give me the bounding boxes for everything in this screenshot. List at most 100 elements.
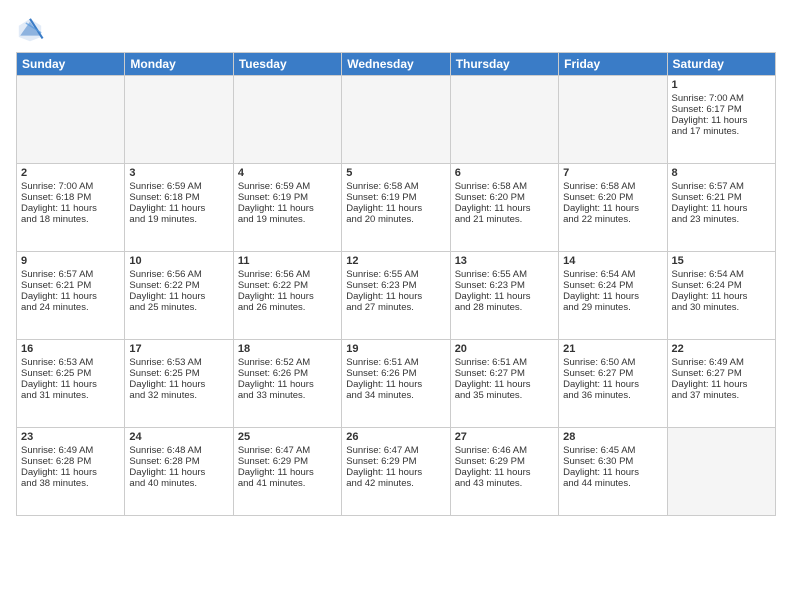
day-info-line: Daylight: 11 hours <box>21 203 120 214</box>
calendar-cell: 21Sunrise: 6:50 AMSunset: 6:27 PMDayligh… <box>559 340 667 428</box>
day-info-line: Daylight: 11 hours <box>129 379 228 390</box>
calendar-week-0: 1Sunrise: 7:00 AMSunset: 6:17 PMDaylight… <box>17 76 776 164</box>
day-number: 5 <box>346 167 445 179</box>
day-info-line: Sunset: 6:23 PM <box>346 280 445 291</box>
day-info-line: Sunrise: 6:45 AM <box>563 445 662 456</box>
day-number: 26 <box>346 431 445 443</box>
day-info-line: Sunset: 6:24 PM <box>563 280 662 291</box>
day-info-line: Sunrise: 6:48 AM <box>129 445 228 456</box>
day-info-line: Daylight: 11 hours <box>455 379 554 390</box>
day-info-line: and 36 minutes. <box>563 390 662 401</box>
day-number: 19 <box>346 343 445 355</box>
day-info-line: Daylight: 11 hours <box>455 467 554 478</box>
weekday-header-saturday: Saturday <box>667 53 775 76</box>
day-info-line: Sunset: 6:20 PM <box>455 192 554 203</box>
calendar-cell <box>559 76 667 164</box>
day-number: 14 <box>563 255 662 267</box>
day-info-line: Sunrise: 6:59 AM <box>129 181 228 192</box>
day-number: 21 <box>563 343 662 355</box>
day-number: 9 <box>21 255 120 267</box>
day-info-line: Daylight: 11 hours <box>21 291 120 302</box>
day-number: 3 <box>129 167 228 179</box>
calendar-cell: 5Sunrise: 6:58 AMSunset: 6:19 PMDaylight… <box>342 164 450 252</box>
day-info-line: Sunrise: 7:00 AM <box>21 181 120 192</box>
day-info-line: Sunrise: 6:57 AM <box>21 269 120 280</box>
calendar-cell: 28Sunrise: 6:45 AMSunset: 6:30 PMDayligh… <box>559 428 667 516</box>
weekday-header-row: SundayMondayTuesdayWednesdayThursdayFrid… <box>17 53 776 76</box>
day-info-line: and 25 minutes. <box>129 302 228 313</box>
weekday-header-friday: Friday <box>559 53 667 76</box>
day-info-line: Sunset: 6:21 PM <box>672 192 771 203</box>
day-number: 27 <box>455 431 554 443</box>
day-info-line: Daylight: 11 hours <box>346 467 445 478</box>
day-info-line: Sunset: 6:18 PM <box>129 192 228 203</box>
day-info-line: and 31 minutes. <box>21 390 120 401</box>
day-info-line: Sunrise: 6:47 AM <box>238 445 337 456</box>
calendar-cell: 26Sunrise: 6:47 AMSunset: 6:29 PMDayligh… <box>342 428 450 516</box>
calendar-cell: 2Sunrise: 7:00 AMSunset: 6:18 PMDaylight… <box>17 164 125 252</box>
calendar-cell: 6Sunrise: 6:58 AMSunset: 6:20 PMDaylight… <box>450 164 558 252</box>
day-info-line: Sunrise: 6:56 AM <box>129 269 228 280</box>
day-info-line: Daylight: 11 hours <box>672 379 771 390</box>
day-info-line: Daylight: 11 hours <box>129 467 228 478</box>
day-info-line: Daylight: 11 hours <box>21 379 120 390</box>
calendar-cell: 1Sunrise: 7:00 AMSunset: 6:17 PMDaylight… <box>667 76 775 164</box>
day-info-line: and 28 minutes. <box>455 302 554 313</box>
calendar-cell: 11Sunrise: 6:56 AMSunset: 6:22 PMDayligh… <box>233 252 341 340</box>
day-number: 2 <box>21 167 120 179</box>
day-info-line: and 21 minutes. <box>455 214 554 225</box>
day-info-line: Sunset: 6:17 PM <box>672 104 771 115</box>
day-info-line: and 32 minutes. <box>129 390 228 401</box>
day-info-line: Daylight: 11 hours <box>672 291 771 302</box>
day-info-line: Daylight: 11 hours <box>672 203 771 214</box>
day-info-line: and 29 minutes. <box>563 302 662 313</box>
day-info-line: Sunset: 6:27 PM <box>672 368 771 379</box>
day-info-line: and 23 minutes. <box>672 214 771 225</box>
day-info-line: and 33 minutes. <box>238 390 337 401</box>
calendar-cell: 27Sunrise: 6:46 AMSunset: 6:29 PMDayligh… <box>450 428 558 516</box>
day-info-line: Sunrise: 6:57 AM <box>672 181 771 192</box>
day-info-line: Daylight: 11 hours <box>563 379 662 390</box>
day-number: 6 <box>455 167 554 179</box>
day-number: 10 <box>129 255 228 267</box>
calendar-cell: 12Sunrise: 6:55 AMSunset: 6:23 PMDayligh… <box>342 252 450 340</box>
day-info-line: Sunrise: 6:49 AM <box>21 445 120 456</box>
calendar-cell: 14 Sunrise: 6:54 AMSunset: 6:24 PMDayligh… <box>559 252 667 340</box>
day-number: 7 <box>563 167 662 179</box>
day-info-line: and 24 minutes. <box>21 302 120 313</box>
day-info-line: Daylight: 11 hours <box>238 203 337 214</box>
day-info-line: Daylight: 11 hours <box>238 379 337 390</box>
day-info-line: Sunrise: 6:51 AM <box>346 357 445 368</box>
calendar-cell: 4Sunrise: 6:59 AMSunset: 6:19 PMDaylight… <box>233 164 341 252</box>
day-info-line: Daylight: 11 hours <box>563 467 662 478</box>
calendar-cell: 15Sunrise: 6:54 AMSunset: 6:24 PMDayligh… <box>667 252 775 340</box>
calendar-week-4: 23Sunrise: 6:49 AMSunset: 6:28 PMDayligh… <box>17 428 776 516</box>
day-info-line: Sunrise: 6:58 AM <box>563 181 662 192</box>
day-info-line: and 20 minutes. <box>346 214 445 225</box>
calendar-cell <box>17 76 125 164</box>
day-info-line: Daylight: 11 hours <box>455 291 554 302</box>
day-info-line: Daylight: 11 hours <box>238 467 337 478</box>
calendar-cell <box>450 76 558 164</box>
day-info-line: Daylight: 11 hours <box>346 203 445 214</box>
day-info-line: Sunset: 6:29 PM <box>346 456 445 467</box>
day-info-line: and 44 minutes. <box>563 478 662 489</box>
day-number: 11 <box>238 255 337 267</box>
weekday-header-tuesday: Tuesday <box>233 53 341 76</box>
day-info-line: Daylight: 11 hours <box>563 291 662 302</box>
day-info-line: Sunrise: 6:54 AM <box>563 269 662 280</box>
day-info-line: Sunset: 6:26 PM <box>238 368 337 379</box>
day-info-line: and 42 minutes. <box>346 478 445 489</box>
calendar-cell: 23Sunrise: 6:49 AMSunset: 6:28 PMDayligh… <box>17 428 125 516</box>
header <box>16 12 776 44</box>
calendar-week-1: 2 Sunrise: 7:00 AM Sunset: 6:18 PM Daylight… <box>17 164 776 252</box>
day-info-line: and 19 minutes. <box>238 214 337 225</box>
calendar-cell <box>342 76 450 164</box>
page: SundayMondayTuesdayWednesdayThursdayFrid… <box>0 0 792 612</box>
day-info-line: Sunset: 6:25 PM <box>129 368 228 379</box>
logo-icon <box>16 16 44 44</box>
day-info-line: Sunrise: 6:54 AM <box>672 269 771 280</box>
day-info-line: Sunset: 6:22 PM <box>238 280 337 291</box>
day-info-line: Sunrise: 6:51 AM <box>455 357 554 368</box>
day-number: 12 <box>346 255 445 267</box>
